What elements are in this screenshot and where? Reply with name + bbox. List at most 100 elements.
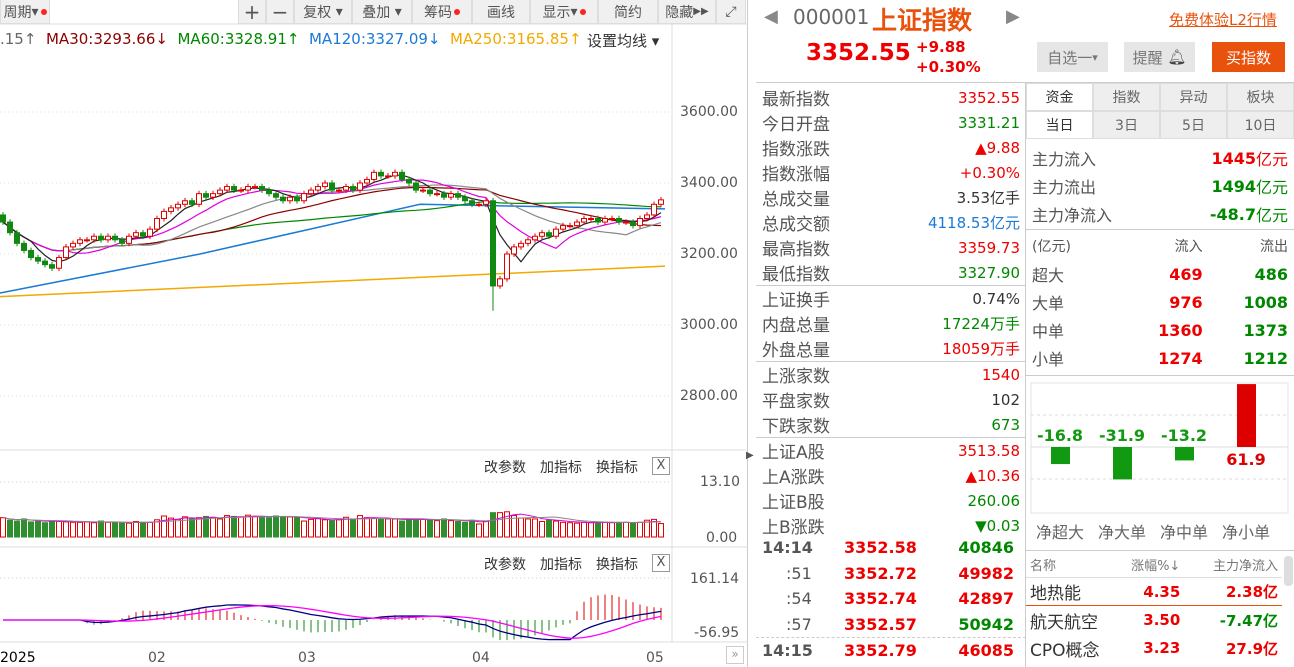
add-indicator-button[interactable]: 加指标 bbox=[540, 457, 582, 477]
volume-bar bbox=[553, 520, 559, 538]
prev-stock-icon[interactable]: ◀ bbox=[764, 6, 778, 27]
volume-bar bbox=[637, 521, 643, 538]
candle-body bbox=[280, 196, 286, 202]
sector-heading[interactable]: 主力净流入 bbox=[1180, 555, 1278, 574]
vol-tick: 0.00 bbox=[706, 530, 738, 546]
stat-row: 最低指数 3327.90 bbox=[756, 260, 1026, 286]
alert-button[interactable]: 提醒 🔔︎ bbox=[1124, 42, 1195, 72]
tab-tabs1-1[interactable]: 指数 bbox=[1093, 83, 1160, 111]
candle-body bbox=[140, 232, 146, 237]
volume-bar bbox=[448, 520, 454, 538]
flow-label: 主力流入 bbox=[1032, 150, 1097, 169]
kline-chart-area[interactable]: 周期 ▾ + − 复权 ▾ 叠加 ▾ 筹码 画线 显示 ▾ 简约 隐藏 ▶▶ ⤢ .1… bbox=[0, 0, 754, 667]
tab-tabs1-3[interactable]: 板块 bbox=[1227, 83, 1294, 111]
net-flow-bar bbox=[1113, 447, 1132, 480]
volume-bar bbox=[462, 521, 468, 538]
candle-body bbox=[322, 182, 328, 188]
stat-row: 上涨家数 1540 bbox=[756, 362, 1026, 388]
stats-list: 最新指数 3352.55 今日开盘 3331.21 指数涨跌 ▲9.88 指数涨幅 +0.30… bbox=[756, 85, 1026, 538]
add-indicator-button[interactable]: 加指标 bbox=[540, 554, 582, 574]
tab-tabs2-2[interactable]: 5日 bbox=[1160, 111, 1227, 139]
candle-body bbox=[273, 193, 279, 198]
candle-body bbox=[21, 242, 27, 251]
stat-label: 最高指数 bbox=[762, 240, 830, 260]
stat-value: 3331.21 bbox=[957, 113, 1020, 132]
sector-flow: -7.47亿 bbox=[1219, 611, 1279, 630]
tick-volume: 49982 bbox=[958, 563, 1014, 583]
stat-label: 今日开盘 bbox=[762, 115, 830, 135]
l2-trial-link[interactable]: 免费体验L2行情 bbox=[1169, 9, 1277, 30]
candle-body bbox=[210, 193, 216, 198]
sector-row[interactable]: 航天航空 3.50 -7.47亿 bbox=[1026, 606, 1282, 634]
flow-unit: 亿元 bbox=[1255, 150, 1288, 169]
volume-bar bbox=[350, 518, 356, 538]
buy-index-button[interactable]: 买指数 bbox=[1212, 42, 1285, 72]
stat-row: 最新指数 3352.55 bbox=[756, 85, 1026, 111]
flow-table-row: 超大 469 486 bbox=[1026, 260, 1294, 288]
close-panel-button[interactable]: X bbox=[652, 457, 670, 475]
flow-unit: 亿元 bbox=[1255, 206, 1288, 225]
tab-tabs2-1[interactable]: 3日 bbox=[1093, 111, 1160, 139]
swap-indicator-button[interactable]: 换指标 bbox=[596, 554, 638, 574]
volume-bar bbox=[602, 521, 608, 538]
candle-body bbox=[252, 186, 258, 189]
net-flow-value: -16.8 bbox=[1037, 426, 1083, 445]
volume-bar bbox=[77, 521, 83, 538]
sector-row[interactable]: 地热能 4.35 2.38亿 bbox=[1026, 578, 1282, 606]
stat-value: ▲10.36 bbox=[965, 466, 1020, 485]
scroll-right-icon[interactable]: » bbox=[726, 646, 744, 664]
volume-bar bbox=[7, 519, 13, 538]
sector-name: 地热能 bbox=[1030, 584, 1081, 604]
candle-body bbox=[189, 200, 195, 205]
flow-table-cell: 486 bbox=[1254, 264, 1288, 284]
price-tick: 3200.00 bbox=[680, 246, 738, 262]
volume-bar bbox=[224, 515, 230, 538]
volume-bar bbox=[175, 518, 181, 538]
candle-body bbox=[350, 186, 356, 191]
volume-bar bbox=[609, 522, 615, 538]
candle-body bbox=[35, 257, 41, 262]
edit-params-button[interactable]: 改参数 bbox=[484, 554, 526, 574]
stat-label: 指数涨跌 bbox=[762, 140, 830, 160]
collapse-handle-icon[interactable]: ▶ bbox=[746, 450, 754, 461]
stat-label: 外盘总量 bbox=[762, 341, 830, 361]
tab-tabs2-0[interactable]: 当日 bbox=[1026, 111, 1093, 139]
volume-bar bbox=[378, 518, 384, 538]
tab-tabs1-0[interactable]: 资金 bbox=[1026, 83, 1093, 111]
net-flow-label: 净大单 bbox=[1098, 523, 1146, 542]
close-panel-button[interactable]: X bbox=[652, 554, 670, 572]
flow-label: 主力净流入 bbox=[1032, 206, 1113, 225]
date-tick: 04 bbox=[472, 650, 490, 666]
candle-body bbox=[644, 214, 650, 219]
volume-bar bbox=[658, 523, 664, 538]
volume-bar bbox=[147, 521, 153, 538]
tick-price: 3352.58 bbox=[844, 538, 917, 558]
flow-row: 主力净流入 -48.7 亿元 bbox=[1026, 200, 1294, 228]
quote-panel: ◀ 000001 上证指数 ▶ 免费体验L2行情 3352.55 +9.88 +… bbox=[756, 0, 1294, 667]
tab-tabs1-2[interactable]: 异动 bbox=[1160, 83, 1227, 111]
sector-row[interactable]: CPO概念 3.23 27.9亿 bbox=[1026, 634, 1282, 662]
tab-tabs2-3[interactable]: 10日 bbox=[1227, 111, 1294, 139]
candle-body bbox=[98, 235, 104, 241]
candle-body bbox=[490, 200, 496, 287]
sector-heading[interactable]: 名称 bbox=[1030, 555, 1105, 574]
swap-indicator-button[interactable]: 换指标 bbox=[596, 457, 638, 477]
volume-bar bbox=[322, 519, 328, 538]
edit-params-button[interactable]: 改参数 bbox=[484, 457, 526, 477]
stat-value: 0.74% bbox=[972, 289, 1020, 308]
volume-bar bbox=[455, 520, 461, 538]
stat-row: 下跌家数 673 bbox=[756, 412, 1026, 438]
current-price: 3352.55 bbox=[806, 40, 911, 66]
candle-body bbox=[168, 207, 174, 212]
volume-bar bbox=[252, 515, 258, 538]
scrollbar[interactable] bbox=[1284, 556, 1293, 586]
next-stock-icon[interactable]: ▶ bbox=[1006, 6, 1020, 27]
candle-body bbox=[399, 171, 405, 180]
watchlist-button[interactable]: 自选一 ▾ bbox=[1037, 42, 1108, 72]
candle-body bbox=[595, 218, 601, 223]
candle-body bbox=[371, 171, 377, 180]
stat-value: 102 bbox=[991, 390, 1020, 409]
sector-heading[interactable]: 涨幅%↓ bbox=[1105, 555, 1180, 574]
stat-value: +0.30% bbox=[959, 163, 1020, 182]
volume-bar bbox=[203, 515, 209, 538]
